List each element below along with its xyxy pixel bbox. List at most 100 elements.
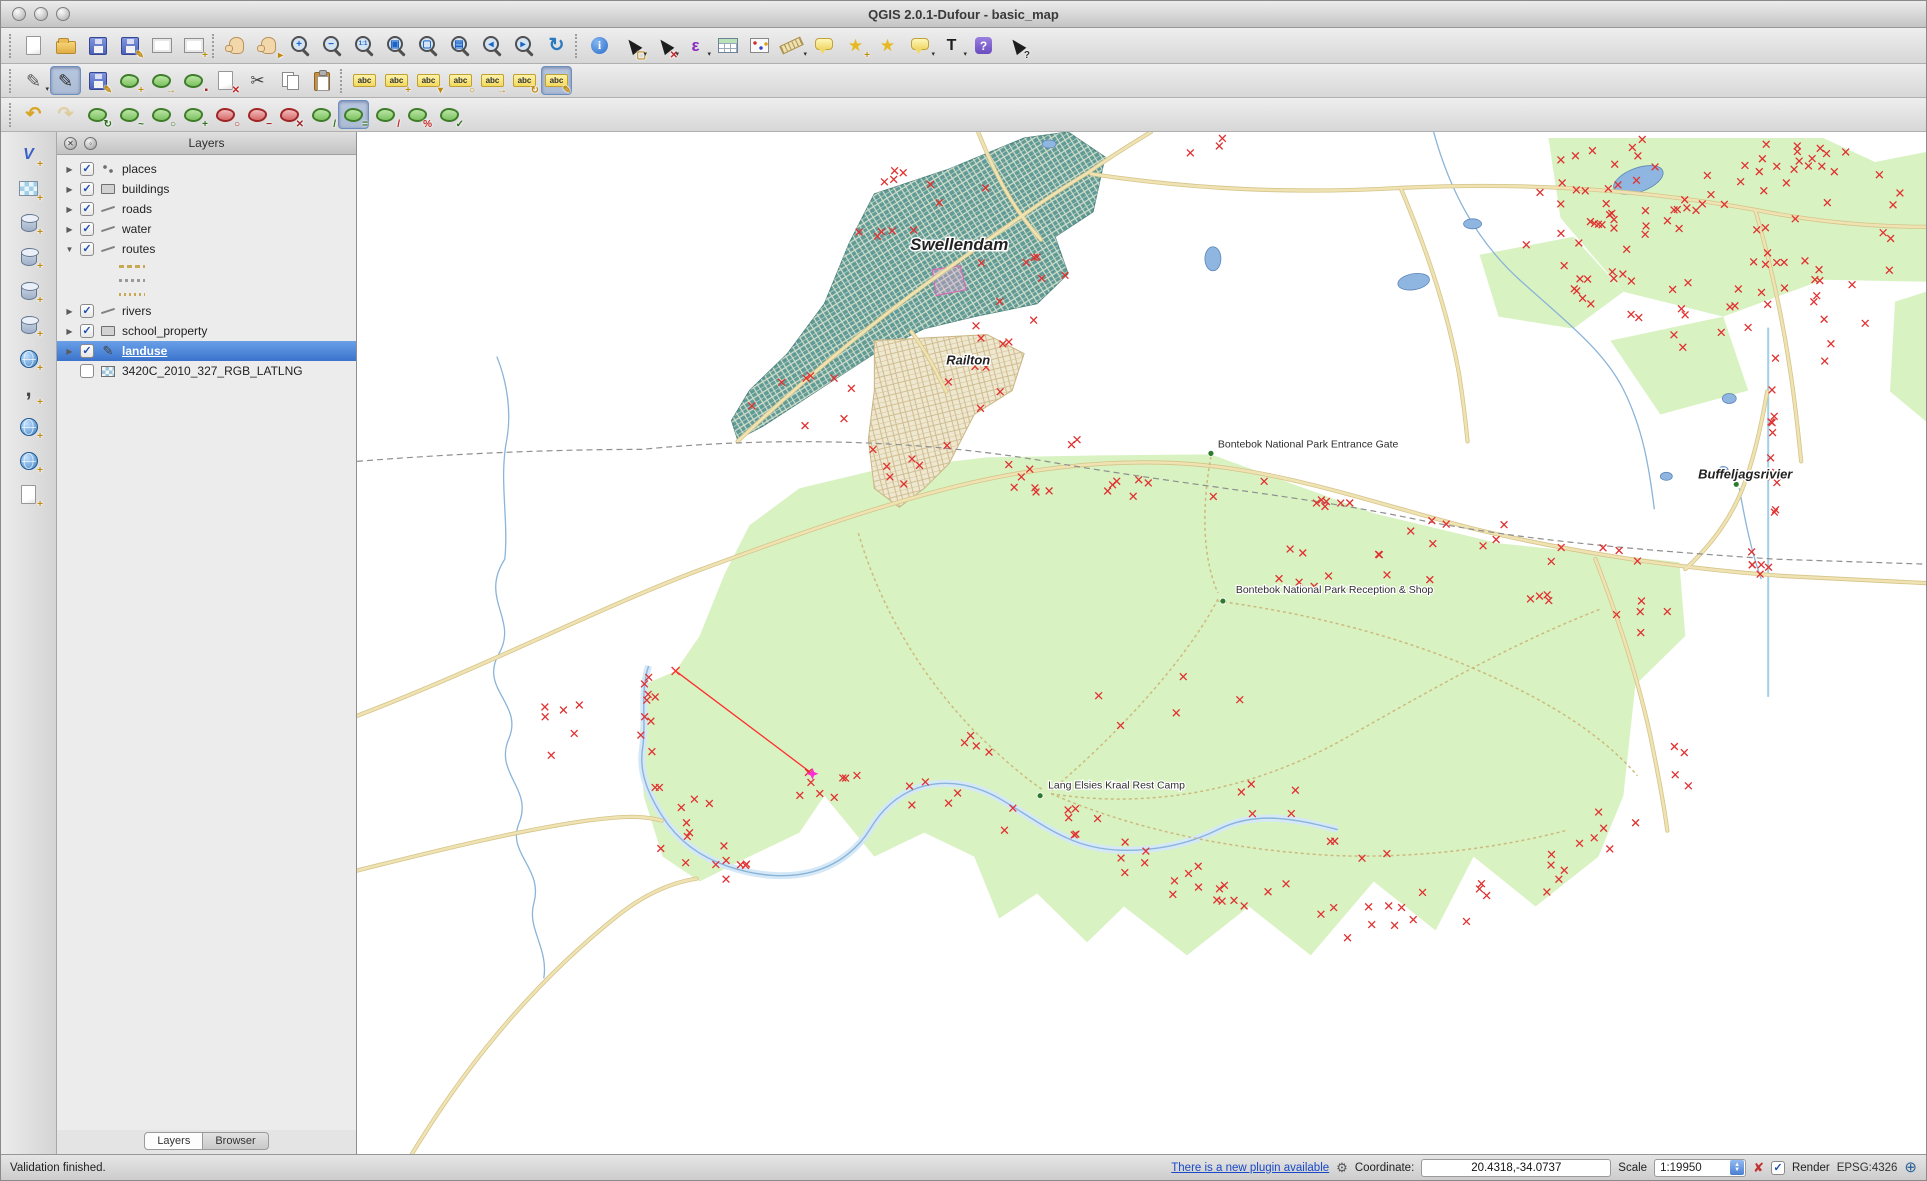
expand-arrow-icon[interactable]: ▶ [64,347,75,356]
node-tool-icon[interactable]: ▪ [178,66,209,95]
expand-arrow-icon[interactable]: ▶ [64,327,75,336]
labeling-icon[interactable]: abc [349,66,380,95]
layer-row-places[interactable]: ▶✓places [57,159,356,179]
layers-panel-header[interactable]: Layers [57,132,356,155]
add-oracle-layer-icon[interactable]: + [13,310,44,339]
current-edits-dropdown-arrow[interactable]: ▾ [45,85,49,93]
layer-visibility-checkbox[interactable]: ✓ [80,324,94,338]
layer-row-buildings[interactable]: ▶✓buildings [57,179,356,199]
copy-features-icon[interactable] [274,66,305,95]
select-features-dropdown-arrow[interactable]: ▾ [643,50,647,58]
minimize-button[interactable] [34,7,48,21]
scale-combo[interactable]: 1:19950 [1654,1159,1746,1177]
measure-icon[interactable]: ▾ [776,31,807,60]
expand-arrow-icon[interactable]: ▶ [64,205,75,214]
symbology-swatch-row[interactable] [57,259,356,273]
layer-visibility-checkbox[interactable]: ✓ [80,162,94,176]
layer-row-3420C_2010_327_RGB_LATLNG[interactable]: 3420C_2010_327_RGB_LATLNG [57,361,356,381]
composer-manager-icon[interactable]: + [178,31,209,60]
annotation-dropdown-arrow[interactable]: ▾ [931,50,935,58]
add-spatialite-layer-icon[interactable]: + [13,242,44,271]
close-button[interactable] [12,7,26,21]
save-project-icon[interactable] [82,31,113,60]
reshape-features-icon[interactable]: / [306,100,337,129]
zoom-to-selection-icon[interactable]: ▢ [413,31,444,60]
expand-arrow-icon[interactable]: ▶ [64,225,75,234]
new-bookmark-icon[interactable]: ★+ [840,31,871,60]
pan-to-selection-icon[interactable]: ▸ [253,31,284,60]
delete-part-icon[interactable]: ✕ [274,100,305,129]
paste-features-icon[interactable] [306,66,337,95]
refresh-map-icon[interactable]: ↻ [541,31,572,60]
delete-selected-icon[interactable]: ✕ [210,66,241,95]
add-wcs-layer-icon[interactable]: + [13,412,44,441]
deselect-features-icon[interactable]: ✕▾ [648,31,679,60]
new-project-icon[interactable] [18,31,49,60]
map-canvas[interactable]: SwellendamRailtonBuffeljagsrivierBontebo… [357,132,1926,1154]
add-wfs-layer-icon[interactable]: + [13,446,44,475]
layer-row-water[interactable]: ▶✓water [57,219,356,239]
layer-visibility-checkbox[interactable]: ✓ [80,182,94,196]
label-move-icon[interactable]: abc→ [477,66,508,95]
show-bookmarks-icon[interactable]: ★ [872,31,903,60]
text-annotation-icon[interactable]: T▾ [936,31,967,60]
measure-dropdown-arrow[interactable]: ▾ [803,50,807,58]
tab-layers[interactable]: Layers [144,1132,203,1150]
add-postgis-layer-icon[interactable]: + [13,208,44,237]
layer-visibility-checkbox[interactable]: ✓ [80,304,94,318]
layer-row-rivers[interactable]: ▶✓rivers [57,301,356,321]
symbology-swatch-row[interactable] [57,287,356,301]
text-annotation-dropdown-arrow[interactable]: ▾ [963,50,967,58]
undo-icon[interactable]: ↶ [18,100,49,129]
zoom-in-icon[interactable]: + [285,31,316,60]
move-feature-icon[interactable]: → [146,66,177,95]
add-part-icon[interactable]: + [178,100,209,129]
save-project-as-icon[interactable]: ✎ [114,31,145,60]
layer-row-routes[interactable]: ▼✓routes [57,239,356,259]
annotation-icon[interactable]: ▾ [904,31,935,60]
label-add-icon[interactable]: abc+ [381,66,412,95]
expand-arrow-icon[interactable]: ▶ [64,307,75,316]
open-attribute-table-icon[interactable] [712,31,743,60]
expand-arrow-icon[interactable]: ▼ [64,245,75,254]
run-feature-action-dropdown-arrow[interactable]: ▾ [707,50,711,58]
zoom-button[interactable] [56,7,70,21]
fill-ring-icon[interactable]: ○ [210,100,241,129]
add-raster-layer-icon[interactable]: + [13,174,44,203]
pan-map-icon[interactable] [221,31,252,60]
select-features-icon[interactable]: ▢▾ [616,31,647,60]
add-wms-layer-icon[interactable]: + [13,344,44,373]
split-features-icon[interactable]: / [370,100,401,129]
map-tips-icon[interactable] [808,31,839,60]
layer-row-school_property[interactable]: ▶✓school_property [57,321,356,341]
expand-arrow-icon[interactable]: ▶ [64,185,75,194]
add-feature-icon[interactable]: + [114,66,145,95]
label-rotate-icon[interactable]: abc↻ [509,66,540,95]
layer-visibility-checkbox[interactable]: ✓ [80,344,94,358]
simplify-feature-icon[interactable]: ~ [114,100,145,129]
zoom-last-icon[interactable]: ◂ [477,31,508,60]
stop-rendering-icon[interactable] [1753,1161,1764,1174]
scale-stepper[interactable] [1730,1160,1744,1175]
merge-features-icon[interactable]: ✓ [434,100,465,129]
symbology-swatch-row[interactable] [57,273,356,287]
layer-visibility-checkbox[interactable]: ✓ [80,242,94,256]
add-vector-layer-icon[interactable]: V+ [13,140,44,169]
offset-curve-icon[interactable]: = [338,100,369,129]
label-pin-icon[interactable]: abc▾ [413,66,444,95]
identify-features-icon[interactable]: i [584,31,615,60]
layer-row-roads[interactable]: ▶✓roads [57,199,356,219]
tab-browser[interactable]: Browser [203,1132,268,1150]
whats-this-icon[interactable]: ? [1000,31,1031,60]
plugin-link[interactable]: There is a new plugin available [1171,1162,1329,1174]
render-checkbox[interactable] [1771,1161,1785,1175]
toggle-editing-icon[interactable]: ✎ [50,66,81,95]
split-parts-icon[interactable]: % [402,100,433,129]
title-bar[interactable]: QGIS 2.0.1-Dufour - basic_map [1,1,1926,28]
save-layer-edits-icon[interactable]: ✎ [82,66,113,95]
layer-visibility-checkbox[interactable]: ✓ [80,222,94,236]
plugin-icon[interactable] [1336,1161,1348,1174]
help-contents-icon[interactable]: ? [968,31,999,60]
add-delimited-text-layer-icon[interactable]: ,+ [13,378,44,407]
new-print-composer-icon[interactable] [146,31,177,60]
